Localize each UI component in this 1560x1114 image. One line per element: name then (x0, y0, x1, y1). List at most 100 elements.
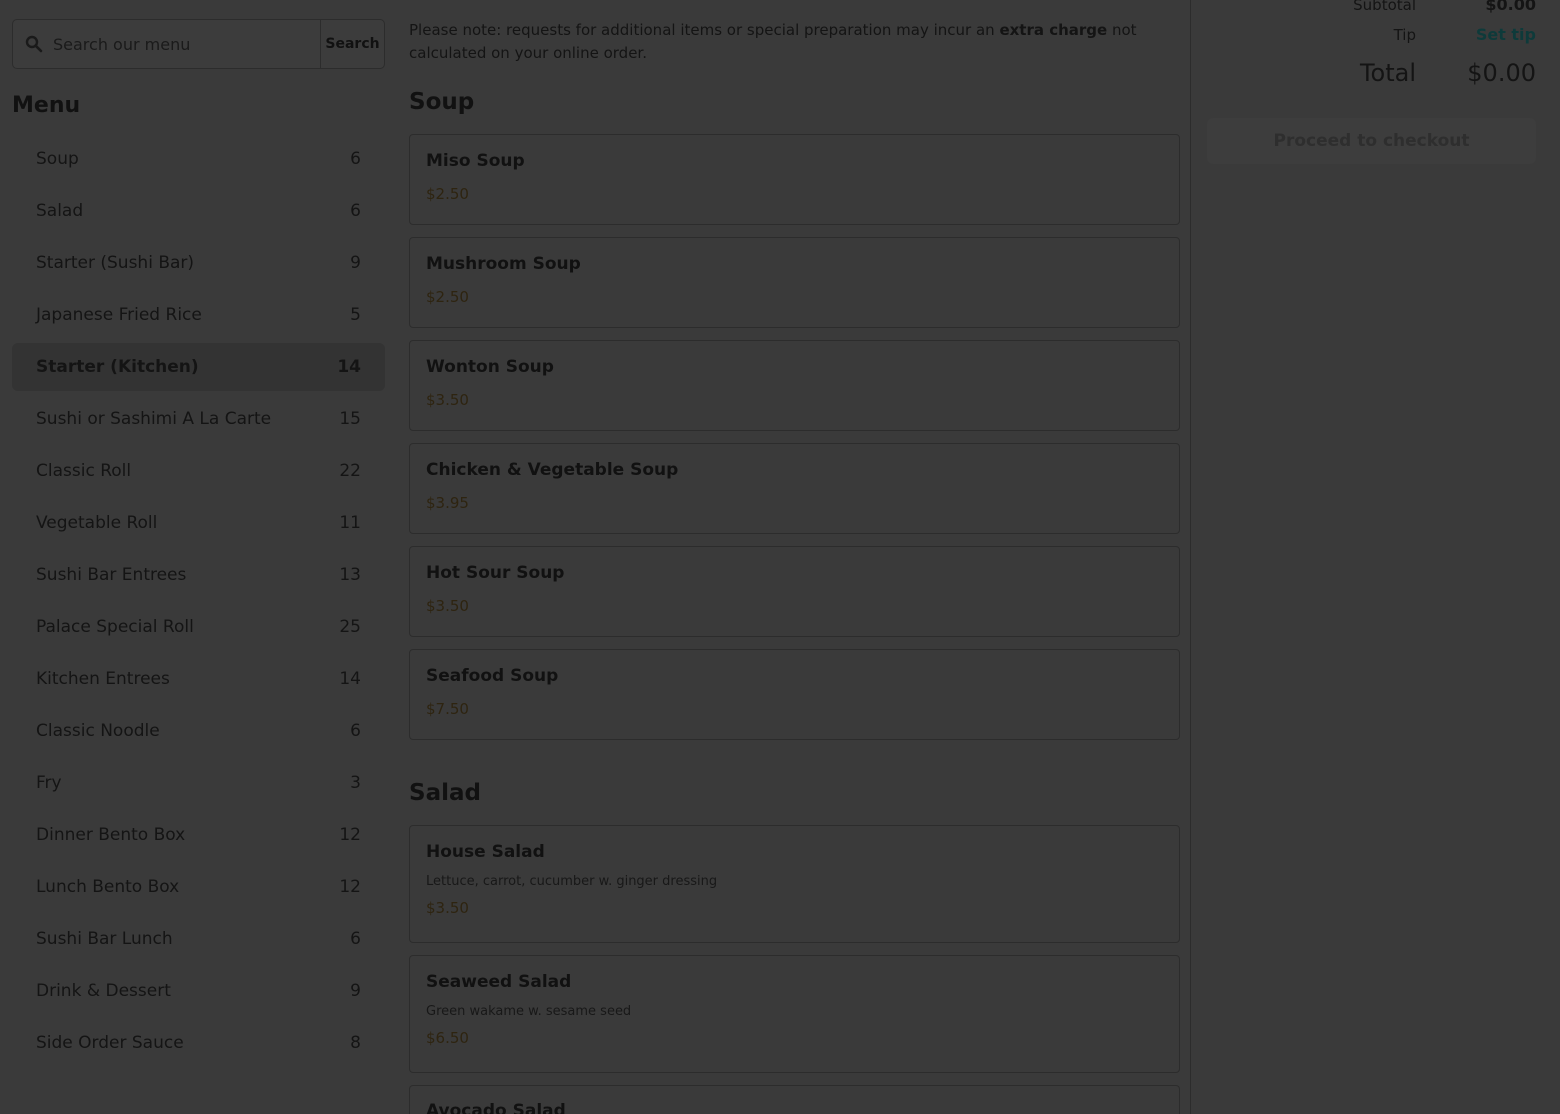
set-tip-link[interactable]: Set tip (1476, 25, 1536, 44)
sidebar-item-dinner-bento-box[interactable]: Dinner Bento Box 12 (12, 811, 385, 859)
item-price: $6.50 (426, 1029, 469, 1047)
sidebar-item-label: Fry (36, 773, 62, 793)
sidebar-item-palace-special-roll[interactable]: Palace Special Roll 25 (12, 603, 385, 651)
item-name: Chicken & Vegetable Soup (426, 460, 679, 480)
sidebar-item-drink-dessert[interactable]: Drink & Dessert 9 (12, 967, 385, 1015)
sidebar-item-label: Classic Noodle (36, 721, 160, 741)
item-price: $7.50 (426, 700, 469, 718)
item-name: House Salad (426, 842, 545, 862)
sidebar-item-soup[interactable]: Soup 6 (12, 135, 385, 183)
sidebar-item-label: Soup (36, 149, 79, 169)
sidebar-item-fry[interactable]: Fry 3 (12, 759, 385, 807)
sidebar-item-count: 9 (350, 253, 361, 273)
sidebar-item-sushi-bar-entrees[interactable]: Sushi Bar Entrees 13 (12, 551, 385, 599)
item-name: Hot Sour Soup (426, 563, 565, 583)
sidebar-item-label: Japanese Fried Rice (36, 305, 202, 325)
menu-item-card[interactable]: Miso Soup $2.50 (409, 134, 1180, 225)
category-list: Soup 6 Salad 6 Starter (Sushi Bar) 9 Jap… (12, 135, 385, 1071)
item-price: $3.50 (426, 597, 469, 615)
menu-item-card[interactable]: Seafood Soup $7.50 (409, 649, 1180, 740)
item-price: $3.50 (426, 899, 469, 917)
item-name: Mushroom Soup (426, 254, 581, 274)
sidebar-item-sushi-sashimi-a-la-carte[interactable]: Sushi or Sashimi A La Carte 15 (12, 395, 385, 443)
subtotal-value: $0.00 (1485, 0, 1536, 14)
item-description: Green wakame w. sesame seed (426, 1004, 632, 1019)
menu-item-card[interactable]: Wonton Soup $3.50 (409, 340, 1180, 431)
menu-item-card[interactable]: Hot Sour Soup $3.50 (409, 546, 1180, 637)
notice-text: Please note: requests for additional ite… (409, 21, 1000, 39)
sidebar-item-label: Sushi Bar Lunch (36, 929, 173, 949)
sidebar-item-starter-kitchen[interactable]: Starter (Kitchen) 14 (12, 343, 385, 391)
sidebar-item-count: 6 (350, 929, 361, 949)
item-name: Seaweed Salad (426, 972, 572, 992)
total-value: $0.00 (1467, 59, 1536, 87)
sidebar-item-count: 14 (337, 357, 361, 377)
sidebar-item-label: Lunch Bento Box (36, 877, 180, 897)
sidebar-item-side-order-sauce[interactable]: Side Order Sauce 8 (12, 1019, 385, 1067)
sidebar-item-label: Palace Special Roll (36, 617, 194, 637)
sidebar-item-count: 6 (350, 721, 361, 741)
sidebar-item-count: 15 (339, 409, 361, 429)
order-notice: Please note: requests for additional ite… (409, 19, 1180, 65)
sidebar-item-sushi-bar-lunch[interactable]: Sushi Bar Lunch 6 (12, 915, 385, 963)
sidebar-item-count: 6 (350, 149, 361, 169)
sidebar-item-vegetable-roll[interactable]: Vegetable Roll 11 (12, 499, 385, 547)
sidebar-item-lunch-bento-box[interactable]: Lunch Bento Box 12 (12, 863, 385, 911)
item-name: Avocado Salad (426, 1101, 566, 1114)
menu-item-card[interactable]: Chicken & Vegetable Soup $3.95 (409, 443, 1180, 534)
menu-heading: Menu (12, 93, 81, 118)
sidebar-item-count: 9 (350, 981, 361, 1001)
sidebar-item-classic-roll[interactable]: Classic Roll 22 (12, 447, 385, 495)
subtotal-label: Subtotal (1353, 0, 1416, 14)
menu-item-card[interactable]: House Salad Lettuce, carrot, cucumber w.… (409, 825, 1180, 943)
menu-item-card[interactable]: Avocado Salad (409, 1085, 1180, 1114)
search-button[interactable]: Search (320, 20, 384, 68)
sidebar-item-count: 25 (339, 617, 361, 637)
sidebar-item-label: Side Order Sauce (36, 1033, 184, 1053)
search-input[interactable] (53, 34, 303, 54)
menu-sidebar: Search Menu Soup 6 Salad 6 Starter (Sush… (0, 0, 397, 1114)
sidebar-item-japanese-fried-rice[interactable]: Japanese Fried Rice 5 (12, 291, 385, 339)
item-description: Lettuce, carrot, cucumber w. ginger dres… (426, 874, 718, 889)
sidebar-item-label: Vegetable Roll (36, 513, 158, 533)
sidebar-item-label: Starter (Sushi Bar) (36, 253, 195, 273)
search-field-wrapper (13, 20, 320, 68)
sidebar-item-count: 22 (339, 461, 361, 481)
menu-content: Please note: requests for additional ite… (409, 0, 1180, 1114)
sidebar-item-label: Salad (36, 201, 84, 221)
item-price: $3.50 (426, 391, 469, 409)
search-bar: Search (12, 19, 385, 69)
section-title-soup: Soup (409, 89, 475, 115)
item-name: Wonton Soup (426, 357, 554, 377)
sidebar-item-count: 5 (350, 305, 361, 325)
menu-item-card[interactable]: Mushroom Soup $2.50 (409, 237, 1180, 328)
item-price: $3.95 (426, 494, 469, 512)
sidebar-item-count: 8 (350, 1033, 361, 1053)
sidebar-item-kitchen-entrees[interactable]: Kitchen Entrees 14 (12, 655, 385, 703)
section-title-salad: Salad (409, 780, 481, 806)
sidebar-item-count: 3 (350, 773, 361, 793)
order-summary-panel: Subtotal $0.00 Tip Set tip Total $0.00 P… (1191, 0, 1560, 1114)
sidebar-item-label: Drink & Dessert (36, 981, 171, 1001)
menu-item-card[interactable]: Seaweed Salad Green wakame w. sesame see… (409, 955, 1180, 1073)
sidebar-item-classic-noodle[interactable]: Classic Noodle 6 (12, 707, 385, 755)
item-name: Seafood Soup (426, 666, 559, 686)
item-price: $2.50 (426, 288, 469, 306)
sidebar-item-count: 12 (339, 877, 361, 897)
proceed-to-checkout-button[interactable]: Proceed to checkout (1207, 118, 1536, 164)
sidebar-item-count: 11 (339, 513, 361, 533)
item-price: $2.50 (426, 185, 469, 203)
sidebar-item-label: Classic Roll (36, 461, 132, 481)
tip-label: Tip (1393, 26, 1416, 44)
sidebar-item-salad[interactable]: Salad 6 (12, 187, 385, 235)
notice-emphasis: extra charge (999, 21, 1108, 39)
sidebar-item-label: Starter (Kitchen) (36, 357, 199, 377)
sidebar-item-count: 6 (350, 201, 361, 221)
sidebar-item-label: Sushi or Sashimi A La Carte (36, 409, 272, 429)
sidebar-item-count: 12 (339, 825, 361, 845)
search-icon (25, 35, 43, 53)
item-name: Miso Soup (426, 151, 525, 171)
sidebar-item-label: Sushi Bar Entrees (36, 565, 187, 585)
sidebar-item-count: 13 (339, 565, 361, 585)
sidebar-item-starter-sushi-bar[interactable]: Starter (Sushi Bar) 9 (12, 239, 385, 287)
